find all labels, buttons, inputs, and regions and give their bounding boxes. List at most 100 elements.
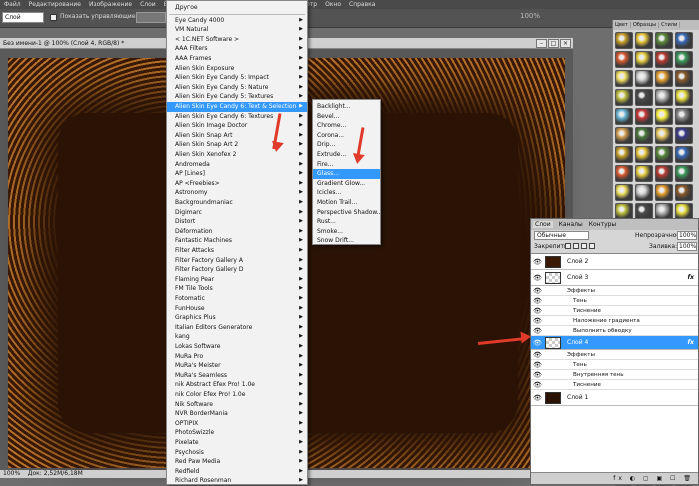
style-swatch[interactable] [635,32,653,49]
eye-icon[interactable]: 👁 [533,338,543,348]
filter-menu-item[interactable]: Lokas Software ▶ [167,342,307,352]
fx-icon[interactable]: fx [688,274,694,281]
lock-transparency-icon[interactable] [565,243,571,249]
filter-menu-item[interactable]: Distort ▶ [167,217,307,227]
menu-9[interactable]: Окно [325,1,341,8]
filter-menu-item[interactable]: MuRa's Seamless ▶ [167,371,307,381]
style-swatch[interactable] [675,89,693,106]
filter-menu-item[interactable]: < 1C.NET Software > ▶ [167,35,307,45]
submenu-item[interactable]: Chrome... [313,121,380,131]
submenu-item[interactable]: Icicles... [313,188,380,198]
style-swatch[interactable] [655,51,673,68]
menu-10[interactable]: Справка [349,1,375,8]
eye-icon[interactable]: 👁 [533,380,542,390]
lock-all-icon[interactable] [589,243,595,249]
style-swatch[interactable] [675,127,693,144]
submenu-item[interactable]: Snow Drift... [313,236,380,246]
submenu-item[interactable]: Fire... [313,160,380,170]
submenu-item[interactable]: Rust... [313,217,380,227]
filter-menu-item[interactable]: Graphics Plus ▶ [167,313,307,323]
layer-effect-row[interactable]: 👁 Эффекты [531,350,698,360]
filter-menu-item[interactable]: kang ▶ [167,332,307,342]
style-swatch[interactable] [655,70,673,87]
filter-menu-item[interactable]: Alien Skin Image Doctor ▶ [167,121,307,131]
filter-menu-item[interactable]: Alien Skin Eye Candy 6: Textures ▶ [167,112,307,122]
opacity-input[interactable]: 100% [677,231,697,240]
eye-icon[interactable]: 👁 [533,350,542,360]
style-swatch[interactable] [635,51,653,68]
style-swatch[interactable] [675,184,693,201]
style-swatch[interactable] [675,146,693,163]
filter-menu-item[interactable]: Alien Skin Snap Art 2 ▶ [167,140,307,150]
filter-menu-item[interactable]: PhotoSwizzle ▶ [167,428,307,438]
layer-row[interactable]: 👁 Слой 3 fx [531,270,698,286]
eye-icon[interactable]: 👁 [533,296,542,306]
filter-menu-item[interactable]: Alien Skin Eye Candy 6: Text & Selection… [167,102,307,112]
auto-select-dropdown[interactable]: Слой [2,12,44,23]
filter-menu-item[interactable]: Fotomatic ▶ [167,294,307,304]
style-swatch[interactable] [615,89,633,106]
filter-menu-item[interactable]: Red Paw Media ▶ [167,457,307,467]
eye-icon[interactable]: 👁 [533,360,542,370]
style-swatch[interactable] [615,32,633,49]
filter-menu-item[interactable]: Alien Skin Eye Candy 5: Impact ▶ [167,73,307,83]
layer-effect-row[interactable]: 👁 Эффекты [531,286,698,296]
filter-menu-item[interactable]: nik Abstract Efex Pro! 1.0e ▶ [167,380,307,390]
styles-panel-tab[interactable]: Цвет [613,22,631,28]
filter-menu-item[interactable]: Alien Skin Xenofex 2 ▶ [167,150,307,160]
layer-row[interactable]: 👁 Слой 2 [531,254,698,270]
filter-menu-item[interactable]: AAA Filters ▶ [167,44,307,54]
style-swatch[interactable] [615,127,633,144]
submenu-item[interactable]: Smoke... [313,227,380,237]
filter-menu-item[interactable]: Filter Factory Gallery A ▶ [167,256,307,266]
eye-icon[interactable]: 👁 [533,316,542,326]
menu-1[interactable]: Редактирование [29,1,81,8]
filter-menu-item[interactable]: MuRa's Meister ▶ [167,361,307,371]
style-swatch[interactable] [675,32,693,49]
menu-2[interactable]: Изображение [89,1,132,8]
style-swatch[interactable] [675,165,693,182]
submenu-item[interactable]: Bevel... [313,112,380,122]
eye-icon[interactable]: 👁 [533,393,543,403]
filter-menu-item[interactable]: Digimarc ▶ [167,208,307,218]
style-swatch[interactable] [615,146,633,163]
layers-panel-tab[interactable]: Контуры [589,221,616,228]
layers-panel-tab[interactable]: Слои [533,221,553,228]
close-icon[interactable]: × [560,39,571,48]
eye-icon[interactable]: 👁 [533,273,543,283]
style-swatch[interactable] [615,184,633,201]
style-swatch[interactable] [615,108,633,125]
styles-panel-tab[interactable]: Стили [659,22,681,28]
layer-effect-row[interactable]: 👁 Выполнить обводку [531,326,698,336]
filter-menu-item[interactable]: OPTIPIX ▶ [167,419,307,429]
style-swatch[interactable] [615,165,633,182]
filter-menu-item[interactable]: Italian Editors Generatore ▶ [167,323,307,333]
layer-effect-row[interactable]: 👁 Тиснение [531,380,698,390]
filter-menu-item[interactable]: Nik Software ▶ [167,400,307,410]
filter-menu-item[interactable]: Déformation ▶ [167,227,307,237]
show-controls-checkbox[interactable] [50,14,57,21]
style-swatch[interactable] [655,184,673,201]
filter-menu-item[interactable]: AP <Freebies> ▶ [167,179,307,189]
layer-row[interactable]: 👁 Слой 4 fx [531,336,698,350]
layer-row[interactable]: 👁 Слой 1 [531,390,698,406]
submenu-item[interactable]: Motion Trail... [313,198,380,208]
style-swatch[interactable] [615,51,633,68]
filter-menu-item[interactable]: NVR BorderMania ▶ [167,409,307,419]
filter-menu-item[interactable]: nik Color Efex Pro! 1.0e ▶ [167,390,307,400]
style-swatch[interactable] [655,32,673,49]
filter-menu-item[interactable]: Alien Skin Exposure ▶ [167,64,307,74]
style-swatch[interactable] [655,89,673,106]
align-icons[interactable] [136,12,166,23]
submenu-item[interactable]: Corona... [313,131,380,141]
submenu-item[interactable]: Backlight... [313,102,380,112]
style-swatch[interactable] [675,70,693,87]
submenu-item[interactable]: Glass... [313,169,380,179]
layers-panel-tab[interactable]: Каналы [559,221,583,228]
style-swatch[interactable] [635,165,653,182]
style-swatch[interactable] [655,146,673,163]
submenu-item[interactable]: Drip... [313,140,380,150]
filter-menu-item[interactable]: Alien Skin Eye Candy 5: Textures ▶ [167,92,307,102]
layers-bottom-icons[interactable]: fx ◐ ▢ ▣ ☐ 🗑 [531,472,698,484]
submenu-item[interactable]: Gradient Glow... [313,179,380,189]
